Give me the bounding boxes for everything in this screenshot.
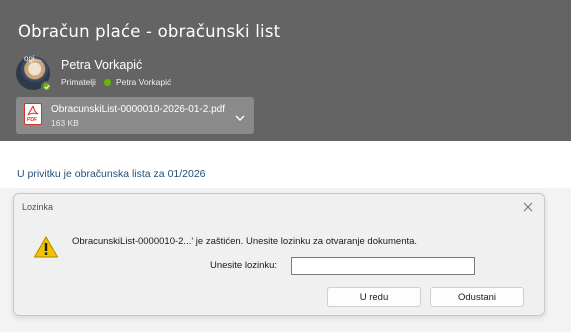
password-input[interactable]	[291, 257, 475, 275]
cancel-button[interactable]: Odustani	[430, 287, 524, 307]
presence-check-icon	[41, 81, 52, 92]
password-dialog: Lozinka ObracunskiList-0000010-2...' je …	[13, 193, 545, 316]
email-header: Obračun plaće - obračunski list ogi... P…	[0, 0, 571, 141]
email-subject: Obračun plaće - obračunski list	[18, 22, 281, 41]
sender-name[interactable]: Petra Vorkapić	[61, 58, 142, 72]
dialog-message: ObracunskiList-0000010-2...' je zaštićen…	[72, 236, 418, 247]
email-body-text: U privitku je obračunska lista za 01/202…	[17, 168, 206, 180]
avatar-label: ogi...	[24, 54, 42, 63]
recipients-line: Primatelji Petra Vorkapić	[61, 77, 171, 87]
pdf-icon: PDF	[24, 103, 42, 125]
password-label: Unesite lozinku:	[210, 260, 278, 271]
pdf-tag: PDF	[27, 117, 37, 123]
recipient-presence-icon	[103, 78, 111, 86]
dialog-title: Lozinka	[22, 202, 54, 212]
close-icon[interactable]	[520, 199, 536, 215]
attachment-file-name: ObracunskiList-0000010-2026-01-2.pdf	[51, 104, 225, 115]
avatar[interactable]: ogi...	[16, 54, 52, 92]
warning-icon	[33, 235, 59, 259]
recipients-label: Primatelji	[61, 77, 96, 87]
chevron-down-icon[interactable]	[234, 110, 246, 121]
recipient-name[interactable]: Petra Vorkapić	[116, 77, 171, 87]
ok-button[interactable]: U redu	[327, 287, 421, 307]
attachment-file-size: 163 KB	[51, 118, 79, 128]
attachment-card[interactable]: PDF ObracunskiList-0000010-2026-01-2.pdf…	[16, 97, 254, 134]
